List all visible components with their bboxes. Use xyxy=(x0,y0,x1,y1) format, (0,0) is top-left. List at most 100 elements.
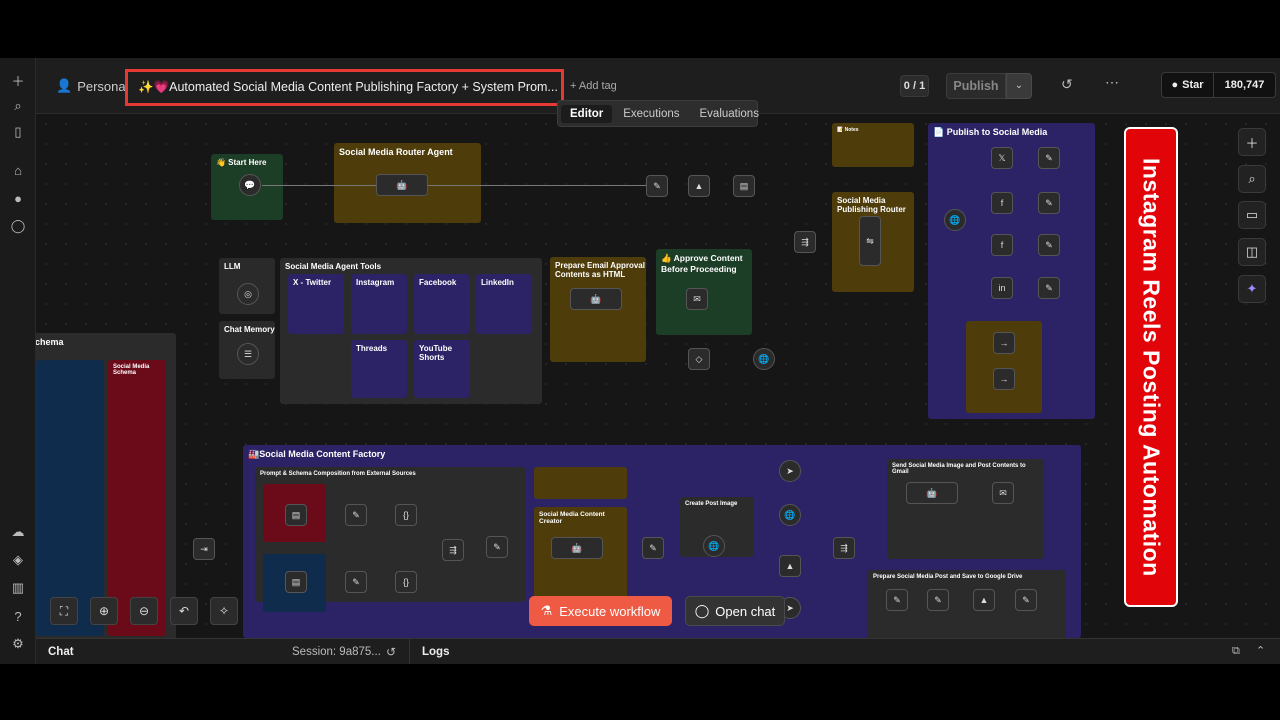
facebook-post-node[interactable]: f xyxy=(991,234,1013,256)
threads-placeholder-node[interactable]: → xyxy=(993,332,1015,354)
publish-button[interactable]: Publish xyxy=(946,73,1006,99)
help-icon[interactable]: ? xyxy=(8,606,28,626)
cloud-icon[interactable]: ☁ xyxy=(8,522,28,542)
save-post-drive-node[interactable]: ▲ xyxy=(973,589,995,611)
tool-threads[interactable]: Threads xyxy=(351,340,407,398)
reset-session-icon[interactable]: ↺ xyxy=(386,645,396,659)
chat-trigger-node[interactable]: 💬 xyxy=(239,174,261,196)
sticky-note-icon[interactable]: ▭ xyxy=(1238,201,1266,229)
x-post-node[interactable]: 𝕏 xyxy=(991,147,1013,169)
sticky-send-gmail[interactable]: Send Social Media Image and Post Content… xyxy=(887,459,1044,559)
prepare-email-node[interactable]: 🤖 xyxy=(570,288,622,310)
schema-set-node[interactable]: ✎ xyxy=(345,504,367,526)
history-icon[interactable]: ↺ xyxy=(1061,76,1073,93)
fit-view-icon[interactable]: ⛶ xyxy=(50,597,78,625)
parse-schema-node[interactable]: {} xyxy=(395,504,417,526)
workflow-title-highlight[interactable]: ✨💗Automated Social Media Content Publish… xyxy=(125,69,564,106)
insights-icon[interactable]: ▥ xyxy=(8,578,28,598)
user-icon[interactable]: ● xyxy=(8,188,28,208)
tab-editor[interactable]: Editor xyxy=(561,104,613,123)
system-prompt-doc-node[interactable]: ▤ xyxy=(285,571,307,593)
popout-icon[interactable]: ⧉ xyxy=(1232,645,1240,658)
extract-json-node[interactable]: ▤ xyxy=(733,175,755,197)
tool-x-twitter[interactable]: X - Twitter xyxy=(288,274,344,334)
merge-node-2[interactable]: ⇶ xyxy=(833,537,855,559)
parse-system-prompt-node[interactable]: {} xyxy=(395,571,417,593)
router-agent-node[interactable]: 🤖 xyxy=(376,174,428,196)
undo-icon[interactable]: ↶ xyxy=(170,597,198,625)
imgbb-node[interactable]: 🌐 xyxy=(779,504,801,526)
schema-doc-node[interactable]: ▤ xyxy=(285,504,307,526)
youtube-placeholder-node[interactable]: → xyxy=(993,368,1015,390)
home-icon[interactable]: ⌂ xyxy=(8,160,28,180)
content-creator-agent-node[interactable]: 🤖 xyxy=(551,537,603,559)
save-drive-node[interactable]: ▲ xyxy=(779,555,801,577)
panel-icon[interactable]: ◫ xyxy=(1238,238,1266,266)
if-approved-node[interactable]: ◇ xyxy=(688,348,710,370)
instagram-post-node[interactable]: f xyxy=(991,192,1013,214)
telegram-node[interactable]: ➤ xyxy=(779,460,801,482)
execute-workflow-trigger[interactable]: ⇥ xyxy=(193,538,215,560)
tool-facebook[interactable]: Facebook xyxy=(414,274,470,334)
sticky-notes-mid[interactable] xyxy=(534,467,627,499)
system-prompt-set-node[interactable]: ✎ xyxy=(345,571,367,593)
more-options-icon[interactable]: ⋯ xyxy=(1105,74,1119,91)
tool-linkedin[interactable]: LinkedIn xyxy=(476,274,532,334)
memory-node[interactable]: ☰ xyxy=(237,343,259,365)
open-chat-button[interactable]: ◯ Open chat xyxy=(685,596,785,626)
drive-image-meta-node[interactable]: ✎ xyxy=(886,589,908,611)
tool-youtube-shorts[interactable]: YouTube Shorts xyxy=(414,340,470,398)
social-content-node[interactable]: ✎ xyxy=(642,537,664,559)
sticky-notes-top[interactable]: 📝 Notes xyxy=(832,123,914,167)
switch-router-node[interactable]: ⇋ xyxy=(859,216,881,266)
plus-icon[interactable]: ＋ xyxy=(8,70,28,90)
pollinations-node[interactable]: 🌐 xyxy=(703,535,725,557)
add-node-icon[interactable]: ＋ xyxy=(1238,128,1266,156)
zoom-in-icon[interactable]: ⊕ xyxy=(90,597,118,625)
github-star-button[interactable]: ● Star xyxy=(1162,73,1214,97)
zoom-out-icon[interactable]: ⊖ xyxy=(130,597,158,625)
sticky-social-schema[interactable]: Social Media Schema xyxy=(108,360,166,636)
chat-panel-title[interactable]: Chat xyxy=(48,646,74,658)
tool-instagram[interactable]: Instagram xyxy=(351,274,407,334)
x-response-node[interactable]: ✎ xyxy=(1038,147,1060,169)
add-tag-link[interactable]: + Add tag xyxy=(570,80,617,92)
instagram-response-node[interactable]: ✎ xyxy=(1038,192,1060,214)
respond-drive-node[interactable]: ✎ xyxy=(1015,589,1037,611)
settings-icon[interactable]: ⚙ xyxy=(8,634,28,654)
social-post-json-node[interactable]: ✎ xyxy=(927,589,949,611)
workflow-canvas[interactable]: 👋 Start Here 💬 Social Media Router Agent… xyxy=(36,114,1280,638)
google-drive-node[interactable]: ▲ xyxy=(688,175,710,197)
github-star-widget[interactable]: ● Star 180,747 xyxy=(1161,72,1276,98)
tab-executions[interactable]: Executions xyxy=(614,105,688,123)
collapse-sidebar-icon[interactable]: ▯ xyxy=(8,122,28,142)
facebook-response-node[interactable]: ✎ xyxy=(1038,234,1060,256)
chevron-down-icon[interactable]: ⌄ xyxy=(1006,73,1032,99)
get-social-post-image-node[interactable]: 🌐 xyxy=(753,348,775,370)
logs-panel-title[interactable]: Logs xyxy=(422,646,449,658)
linkedin-post-node[interactable]: in xyxy=(991,277,1013,299)
search-icon[interactable]: ⌕ xyxy=(8,96,28,116)
ai-assistant-icon[interactable]: ✦ xyxy=(1238,275,1266,303)
chat-bubble-icon[interactable]: ◯ xyxy=(8,216,28,236)
tidy-up-icon[interactable]: ✧ xyxy=(210,597,238,625)
tool-label: Threads xyxy=(356,344,388,353)
templates-icon[interactable]: ◈ xyxy=(8,550,28,570)
merge-prompts-node[interactable]: ⇶ xyxy=(442,539,464,561)
workflow-title[interactable]: ✨💗Automated Social Media Content Publish… xyxy=(138,80,558,95)
gmail-approval-node[interactable]: ✉ xyxy=(686,288,708,310)
compose-prompt-node[interactable]: ✎ xyxy=(486,536,508,558)
prepare-email-agent-node[interactable]: 🤖 xyxy=(906,482,958,504)
project-breadcrumb[interactable]: 👤 Personal xyxy=(56,78,129,94)
linkedin-response-node[interactable]: ✎ xyxy=(1038,277,1060,299)
tab-evaluations[interactable]: Evaluations xyxy=(691,105,768,123)
instagram-image-node[interactable]: 🌐 xyxy=(944,209,966,231)
chevron-up-icon[interactable]: ⌃ xyxy=(1256,644,1265,657)
file-id-node[interactable]: ✎ xyxy=(646,175,668,197)
gmail-node[interactable]: ✉ xyxy=(992,482,1014,504)
llm-node[interactable]: ◎ xyxy=(237,283,259,305)
merge-node[interactable]: ⇶ xyxy=(794,231,816,253)
search-nodes-icon[interactable]: ⌕ xyxy=(1238,165,1266,193)
execute-workflow-button[interactable]: ⚗ Execute workflow xyxy=(529,596,672,626)
tool-label: X - Twitter xyxy=(293,278,332,287)
